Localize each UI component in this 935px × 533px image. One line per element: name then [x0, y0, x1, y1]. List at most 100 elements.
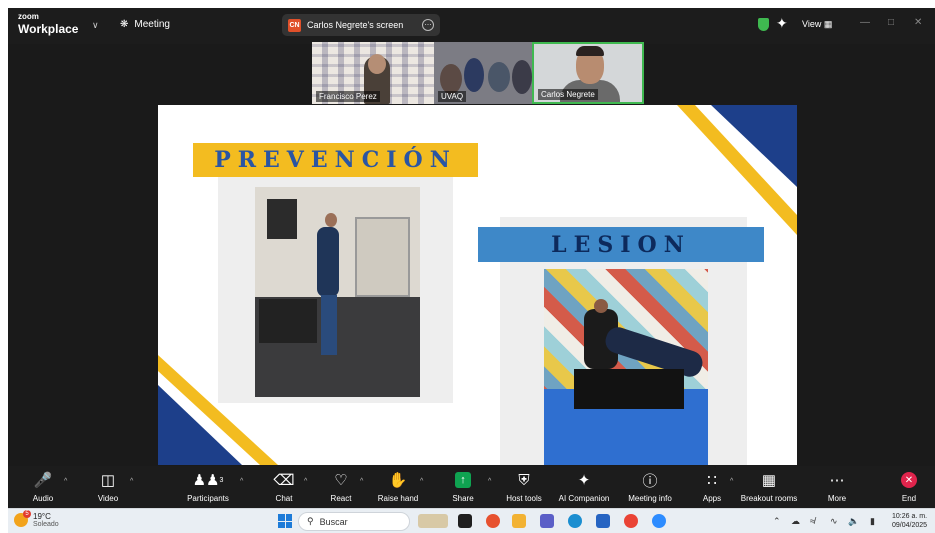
participant-hair	[576, 46, 604, 56]
ai-companion-label: AI Companion	[558, 494, 610, 503]
apps-button[interactable]: ∷ Apps	[682, 470, 742, 503]
share-title: Carlos Negrete's screen	[307, 20, 404, 30]
react-button[interactable]: ♡ React	[311, 470, 371, 503]
participants-options-caret[interactable]: ^	[240, 478, 243, 485]
volume-icon[interactable]: 🔈	[848, 516, 859, 527]
heart-icon: ♡	[334, 472, 348, 489]
participant-name: Francisco Perez	[316, 91, 380, 102]
chevron-down-icon[interactable]: ∨	[92, 20, 99, 31]
attendee-figure	[488, 62, 510, 92]
injury-title: LESION	[478, 227, 764, 262]
grid-icon: ▦	[823, 19, 833, 29]
raise-hand-button[interactable]: ✋ Raise hand	[368, 470, 428, 503]
participant-name: Carlos Negrete	[538, 89, 598, 100]
attendee-figure	[440, 64, 462, 94]
task-view-icon[interactable]	[458, 514, 472, 528]
view-button[interactable]: View ▦	[802, 19, 832, 30]
chat-bubble-icon: ⌫	[273, 472, 295, 489]
attendee-figure	[464, 58, 484, 92]
video-tile-uvaq[interactable]: UVAQ	[434, 42, 536, 104]
participants-button[interactable]: ♟♟ 3 Participants	[178, 470, 238, 503]
windows-taskbar: 5 19°C Soleado ⚲ Buscar ⌃ ☁ ≉ ∿ 🔈 ▮ 10:2…	[8, 508, 935, 533]
weather-widget[interactable]: 5 19°C Soleado	[14, 510, 59, 528]
close-icon[interactable]: ✕	[914, 17, 922, 28]
audio-label: Audio	[32, 494, 54, 503]
end-call-icon: ✕	[901, 470, 917, 490]
wifi-icon[interactable]: ∿	[830, 516, 838, 527]
ai-companion-button[interactable]: ✦ AI Companion	[554, 470, 614, 503]
more-button[interactable]: ⋯ More	[807, 470, 867, 503]
share-button[interactable]: ↑ Share	[433, 470, 493, 503]
meeting-menu[interactable]: ❋ Meeting	[120, 19, 170, 30]
prevention-title: PREVENCIÓN	[193, 143, 478, 177]
edge-icon[interactable]	[568, 514, 582, 528]
weather-badge: 5	[23, 510, 31, 518]
audio-options-caret[interactable]: ^	[64, 478, 67, 485]
chrome-icon[interactable]	[624, 514, 638, 528]
host-tools-button[interactable]: ⛨ Host tools	[494, 470, 554, 504]
onedrive-icon[interactable]: ☁	[791, 516, 800, 527]
search-placeholder: Buscar	[319, 516, 348, 527]
participants-icon: ♟♟ 3	[192, 472, 224, 489]
hand-icon: ✋	[388, 472, 408, 489]
system-clock[interactable]: 10:26 a. m. 09/04/2025	[892, 512, 927, 531]
info-icon: ⓘ	[642, 472, 658, 490]
teams-icon[interactable]	[540, 514, 554, 528]
minimize-icon[interactable]: —	[860, 17, 870, 28]
brand-name: Workplace	[18, 22, 79, 36]
ai-sparkle-icon[interactable]: ✦	[776, 15, 788, 32]
breakout-rooms-icon: ▦	[761, 472, 777, 489]
meeting-toolbar: 🎤 Audio ^ ◫ Video ^ ♟♟ 3 Participants ^ ⌫…	[8, 466, 935, 508]
copilot-app-icon[interactable]	[418, 514, 448, 528]
browser-app-icon[interactable]	[486, 514, 500, 528]
end-button[interactable]: ✕ End	[883, 470, 935, 503]
breakout-rooms-label: Breakout rooms	[740, 494, 798, 503]
chat-options-caret[interactable]: ^	[304, 478, 307, 485]
screen-share-pill[interactable]: CN Carlos Negrete's screen ⋯	[282, 14, 440, 36]
clock-time: 10:26 a. m.	[892, 513, 928, 520]
share-options-caret[interactable]: ^	[488, 478, 491, 485]
participant-name: UVAQ	[438, 91, 467, 102]
battery-icon[interactable]: ▮	[870, 516, 875, 527]
attendee-figure	[512, 60, 532, 94]
meeting-info-button[interactable]: ⓘ Meeting info	[620, 470, 680, 504]
shared-slide: PREVENCIÓN LESION	[158, 105, 797, 465]
video-button[interactable]: ◫ Video	[78, 470, 138, 503]
more-label: More	[827, 494, 847, 503]
file-explorer-icon[interactable]	[512, 514, 526, 528]
gym-exercise-photo	[255, 187, 420, 397]
zoom-logo: zoom Workplace	[18, 13, 79, 36]
store-icon[interactable]	[596, 514, 610, 528]
end-label: End	[901, 494, 917, 503]
raise-hand-label: Raise hand	[377, 494, 419, 503]
video-tile-francisco[interactable]: Francisco Perez	[312, 42, 434, 104]
react-options-caret[interactable]: ^	[360, 478, 363, 485]
corner-decoration-top-right	[677, 105, 797, 235]
chat-label: Chat	[275, 494, 293, 503]
zoom-app-icon[interactable]	[652, 514, 666, 528]
title-bar: zoom Workplace ∨ ❋ Meeting CN Carlos Neg…	[8, 8, 935, 44]
security-shield-icon[interactable]	[758, 18, 769, 31]
raise-hand-options-caret[interactable]: ^	[420, 478, 423, 485]
search-icon: ⚲	[307, 516, 314, 526]
meeting-label: Meeting	[134, 19, 170, 30]
video-tile-carlos[interactable]: Carlos Negrete	[532, 42, 644, 104]
video-label: Video	[97, 494, 119, 503]
more-options-icon[interactable]: ⋯	[422, 19, 434, 31]
apps-options-caret[interactable]: ^	[730, 478, 733, 485]
zoom-window: zoom Workplace ∨ ❋ Meeting CN Carlos Neg…	[8, 8, 935, 533]
video-camera-icon: ◫	[100, 472, 116, 489]
video-options-caret[interactable]: ^	[130, 478, 133, 485]
chat-button[interactable]: ⌫ Chat	[254, 470, 314, 503]
windows-start-icon[interactable]	[278, 514, 292, 528]
audio-button[interactable]: 🎤 Audio	[13, 470, 73, 503]
taskbar-search[interactable]: ⚲ Buscar	[298, 512, 410, 531]
maximize-icon[interactable]: □	[888, 17, 894, 28]
participants-count: 3	[219, 476, 224, 484]
react-label: React	[330, 494, 352, 503]
more-dots-icon: ⋯	[829, 472, 845, 489]
shield-icon: ⛨	[518, 471, 530, 489]
language-icon[interactable]: ≉	[810, 516, 815, 526]
tray-chevron-icon[interactable]: ⌃	[773, 516, 781, 527]
breakout-rooms-button[interactable]: ▦ Breakout rooms	[739, 470, 799, 503]
